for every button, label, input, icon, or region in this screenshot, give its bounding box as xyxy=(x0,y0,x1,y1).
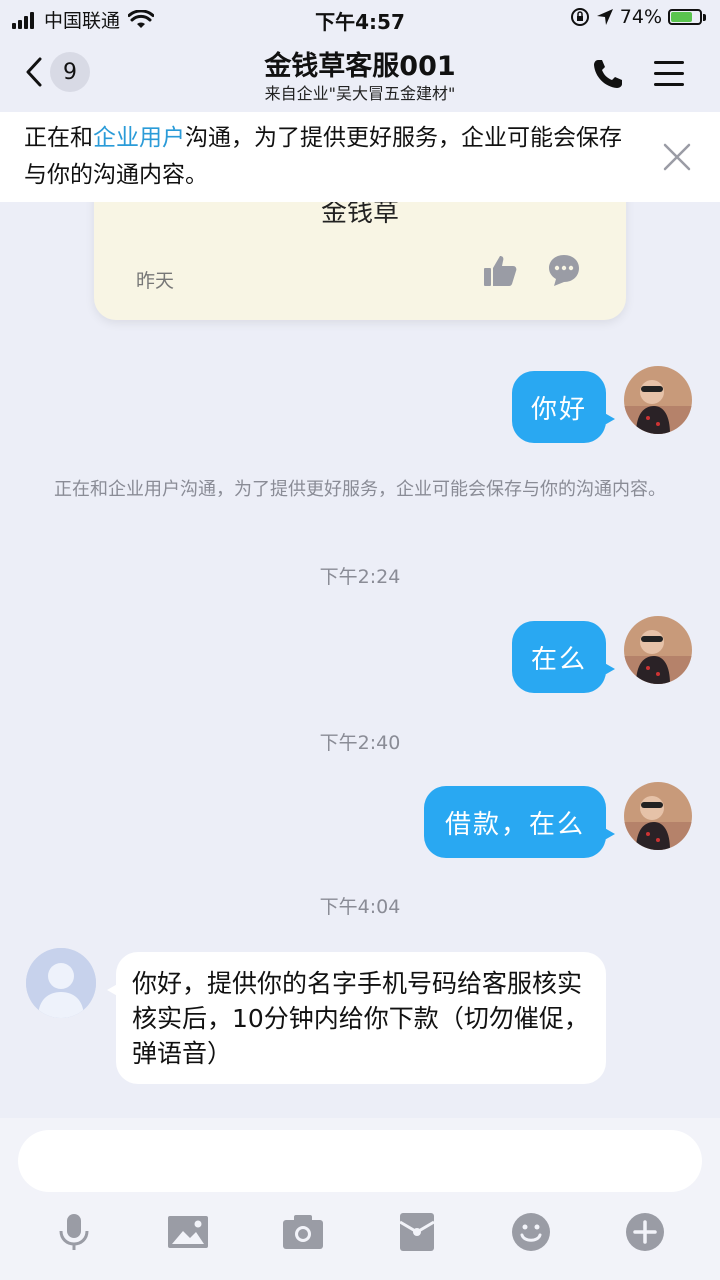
enterprise-user-link[interactable]: 企业用户 xyxy=(93,125,185,151)
orientation-lock-icon xyxy=(570,8,589,26)
user-avatar-photo xyxy=(624,782,692,850)
chevron-left-icon xyxy=(26,57,42,87)
default-avatar-icon xyxy=(26,948,96,1018)
chat-screen: 中国联通 下午4:57 74% 9 金钱草客服001 来自企业"吴大冒五金建材"… xyxy=(0,0,720,1280)
message-input[interactable] xyxy=(18,1130,702,1192)
message-list: 金钱草 昨天 你好 正在和企业用户沟通，为了提供更好服务，企业可能会保存与你的沟… xyxy=(0,202,720,1118)
comment-button[interactable] xyxy=(546,252,582,292)
like-button[interactable] xyxy=(482,254,518,292)
avatar[interactable] xyxy=(624,782,692,850)
image-button[interactable] xyxy=(166,1210,210,1254)
close-notice-button[interactable] xyxy=(660,140,694,174)
system-privacy-note: 正在和企业用户沟通，为了提供更好服务，企业可能会保存与你的沟通内容。 xyxy=(54,479,666,500)
outgoing-message-bubble[interactable]: 借款，在么 xyxy=(424,786,615,858)
status-right: 74% xyxy=(570,6,706,28)
battery-icon xyxy=(668,9,702,25)
avatar[interactable] xyxy=(624,616,692,684)
unread-count-badge: 9 xyxy=(50,52,90,92)
location-icon xyxy=(596,9,613,25)
outgoing-message-bubble[interactable]: 在么 xyxy=(512,621,615,693)
title-bar: 9 金钱草客服001 来自企业"吴大冒五金建材" xyxy=(0,38,720,112)
voice-button[interactable] xyxy=(52,1210,96,1254)
phone-icon xyxy=(594,60,622,88)
red-packet-button[interactable] xyxy=(395,1210,439,1254)
chat-subtitle: 来自企业"吴大冒五金建材" xyxy=(264,84,456,103)
privacy-notice-banner: 正在和企业用户沟通，为了提供更好服务，企业可能会保存与你的沟通内容。 xyxy=(0,112,720,202)
status-bar: 中国联通 下午4:57 74% xyxy=(0,0,720,38)
user-avatar-photo xyxy=(624,366,692,434)
image-icon xyxy=(168,1216,208,1248)
input-bar xyxy=(0,1118,720,1280)
card-date: 昨天 xyxy=(136,270,175,292)
notice-text: 正在和企业用户沟通，为了提供更好服务，企业可能会保存与你的沟通内容。 xyxy=(24,120,634,194)
shared-card[interactable]: 金钱草 昨天 xyxy=(94,202,626,320)
chat-title: 金钱草客服001 xyxy=(264,51,456,82)
camera-button[interactable] xyxy=(281,1210,325,1254)
card-title: 金钱草 xyxy=(320,202,399,228)
outgoing-message-bubble[interactable]: 你好 xyxy=(512,371,615,443)
menu-button[interactable] xyxy=(652,58,686,90)
thumbs-up-icon xyxy=(484,256,517,286)
incoming-message-bubble[interactable]: 你好，提供你的名字手机号码给客服核实核实后，10分钟内给你下款（切勿催促，弹语音… xyxy=(107,952,606,1084)
customer-service-avatar[interactable] xyxy=(26,948,96,1018)
emoji-icon xyxy=(512,1213,550,1251)
notice-text-before: 正在和 xyxy=(24,125,93,151)
close-icon xyxy=(663,143,691,171)
timestamp: 下午2:40 xyxy=(319,732,401,754)
more-button[interactable] xyxy=(623,1210,667,1254)
microphone-icon xyxy=(59,1214,89,1250)
back-button[interactable]: 9 xyxy=(24,52,90,92)
timestamp: 下午4:04 xyxy=(319,896,401,918)
call-button[interactable] xyxy=(590,56,626,92)
battery-cap xyxy=(703,13,706,21)
camera-icon xyxy=(283,1215,323,1249)
battery-percent: 74% xyxy=(619,6,662,28)
menu-icon xyxy=(654,61,684,86)
comment-icon xyxy=(549,255,579,286)
avatar[interactable] xyxy=(624,366,692,434)
timestamp: 下午2:24 xyxy=(319,566,401,588)
red-packet-icon xyxy=(399,1213,435,1251)
user-avatar-photo xyxy=(624,616,692,684)
emoji-button[interactable] xyxy=(509,1210,553,1254)
plus-icon xyxy=(626,1213,664,1251)
battery-fill xyxy=(671,12,692,22)
